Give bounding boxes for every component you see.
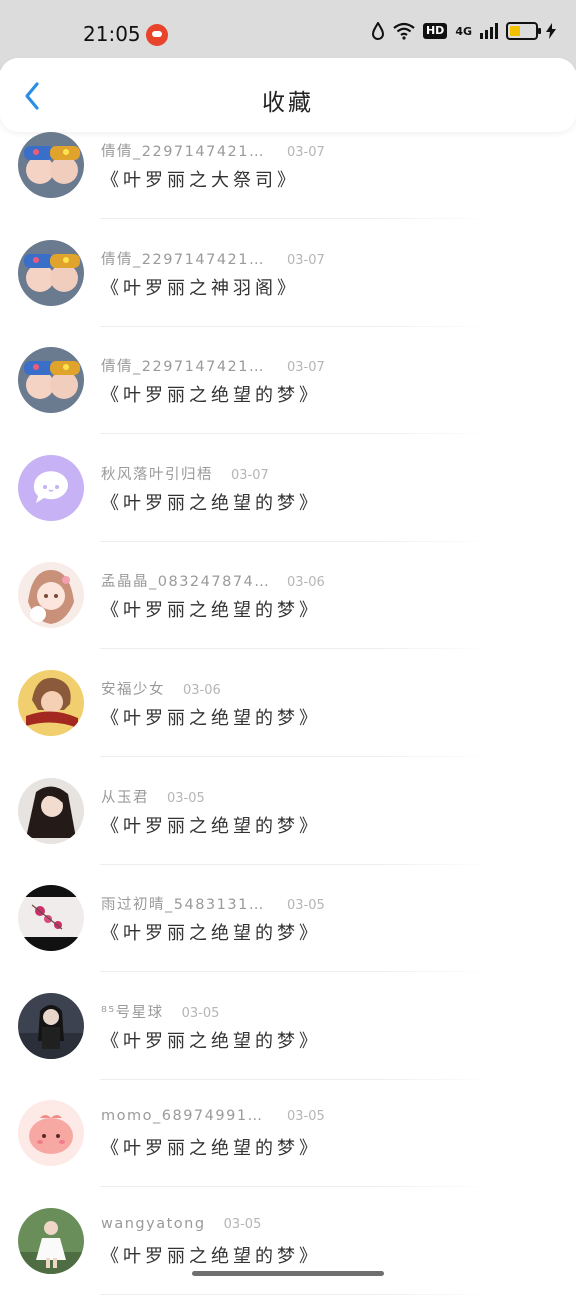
item-title[interactable]: 《叶罗丽之大祭司》 <box>101 166 299 192</box>
divider <box>100 1186 492 1188</box>
date: 03-06 <box>287 575 325 591</box>
username: 安福少女 <box>101 681 165 698</box>
divider <box>100 1293 492 1295</box>
wifi-icon <box>393 22 415 40</box>
avatar[interactable] <box>18 132 84 198</box>
divider <box>100 540 492 542</box>
date: 03-07 <box>287 145 325 160</box>
item-title[interactable]: 《叶罗丽之绝望的梦》 <box>101 1027 321 1053</box>
avatar[interactable] <box>18 454 84 521</box>
item-title[interactable]: 《叶罗丽之绝望的梦》 <box>101 381 321 407</box>
item-title[interactable]: 《叶罗丽之绝望的梦》 <box>101 812 321 838</box>
list-item[interactable]: momo_689749919005197 03-05 《叶罗丽之绝望的梦》 <box>0 1100 576 1208</box>
username: 从玉君 <box>101 789 149 806</box>
avatar[interactable] <box>18 239 84 306</box>
list-item[interactable]: 秋风落叶引归梧 03-07 《叶罗丽之绝望的梦》 <box>0 454 576 563</box>
username: 倩倩_2297147421972... <box>101 144 269 160</box>
username: 秋风落叶引归梧 <box>101 466 213 483</box>
item-title[interactable]: 《叶罗丽之绝望的梦》 <box>101 919 321 945</box>
avatar[interactable] <box>18 992 84 1059</box>
item-title[interactable]: 《叶罗丽之绝望的梦》 <box>101 704 321 730</box>
username: 孟晶晶_0832478748... <box>101 574 269 591</box>
list-item[interactable]: 倩倩_2297147421972... 03-07 《叶罗丽之神羽阁》 <box>0 239 576 348</box>
hd-badge: HD <box>422 23 448 39</box>
home-indicator[interactable] <box>192 1271 384 1276</box>
header: 收藏 <box>0 58 576 132</box>
network-type: 4G <box>455 24 472 38</box>
username: 雨过初晴_548313196 <box>101 897 269 914</box>
divider <box>100 648 492 650</box>
date: 03-05 <box>287 898 325 914</box>
username: ⁸⁵号星球 <box>101 1004 164 1021</box>
list-item[interactable]: 倩倩_2297147421972... 03-07 《叶罗丽之绝望的梦》 <box>0 347 576 455</box>
date: 03-05 <box>223 1216 262 1232</box>
avatar[interactable] <box>18 1100 84 1167</box>
divider <box>100 325 492 327</box>
item-title[interactable]: 《叶罗丽之绝望的梦》 <box>101 1242 321 1268</box>
list-item[interactable]: 从玉君 03-05 《叶罗丽之绝望的梦》 <box>0 777 576 886</box>
status-time: 21:05 <box>83 22 141 46</box>
username: 倩倩_2297147421972... <box>101 251 269 268</box>
username: 倩倩_2297147421972... <box>101 359 269 376</box>
item-title[interactable]: 《叶罗丽之绝望的梦》 <box>101 489 321 515</box>
status-icons: HD 4G <box>371 22 556 40</box>
list-item[interactable]: ⁸⁵号星球 03-05 《叶罗丽之绝望的梦》 <box>0 992 576 1101</box>
favorites-list: 倩倩_2297147421972... 03-07 《叶罗丽之大祭司》 倩倩_22… <box>0 132 576 1316</box>
avatar[interactable] <box>18 1207 84 1274</box>
avatar[interactable] <box>18 669 84 736</box>
item-title[interactable]: 《叶罗丽之绝望的梦》 <box>101 1134 321 1160</box>
username: wangyatong <box>101 1215 206 1232</box>
item-title[interactable]: 《叶罗丽之绝望的梦》 <box>101 596 321 622</box>
divider <box>100 218 492 219</box>
avatar[interactable] <box>18 562 84 629</box>
app-notification-icon <box>146 24 168 46</box>
date: 03-07 <box>287 252 325 268</box>
page-title: 收藏 <box>262 90 314 116</box>
signal-icon <box>480 23 498 39</box>
avatar[interactable] <box>18 347 84 414</box>
divider <box>100 863 492 865</box>
date: 03-05 <box>287 1109 325 1125</box>
date: 03-07 <box>287 360 325 376</box>
date: 03-06 <box>183 682 221 698</box>
date: 03-05 <box>181 1005 220 1021</box>
list-item[interactable]: 倩倩_2297147421972... 03-07 《叶罗丽之大祭司》 <box>0 132 576 240</box>
avatar[interactable] <box>18 885 84 952</box>
divider <box>100 1078 492 1080</box>
list-item[interactable]: 雨过初晴_548313196 03-05 《叶罗丽之绝望的梦》 <box>0 885 576 993</box>
battery-icon <box>506 22 541 40</box>
divider <box>100 433 492 435</box>
list-item[interactable]: 孟晶晶_0832478748... 03-06 《叶罗丽之绝望的梦》 <box>0 562 576 670</box>
divider <box>100 755 492 757</box>
avatar[interactable] <box>18 777 84 844</box>
date: 03-05 <box>167 790 205 806</box>
list-item[interactable]: 安福少女 03-06 《叶罗丽之绝望的梦》 <box>0 669 576 778</box>
divider <box>100 971 492 973</box>
username: momo_689749919005197 <box>101 1108 269 1125</box>
list-item[interactable]: wangyatong 03-05 《叶罗丽之绝望的梦》 <box>0 1207 576 1316</box>
charging-icon <box>546 23 556 39</box>
date: 03-07 <box>231 467 269 483</box>
item-title[interactable]: 《叶罗丽之神羽阁》 <box>101 274 299 300</box>
drop-icon <box>371 22 384 40</box>
